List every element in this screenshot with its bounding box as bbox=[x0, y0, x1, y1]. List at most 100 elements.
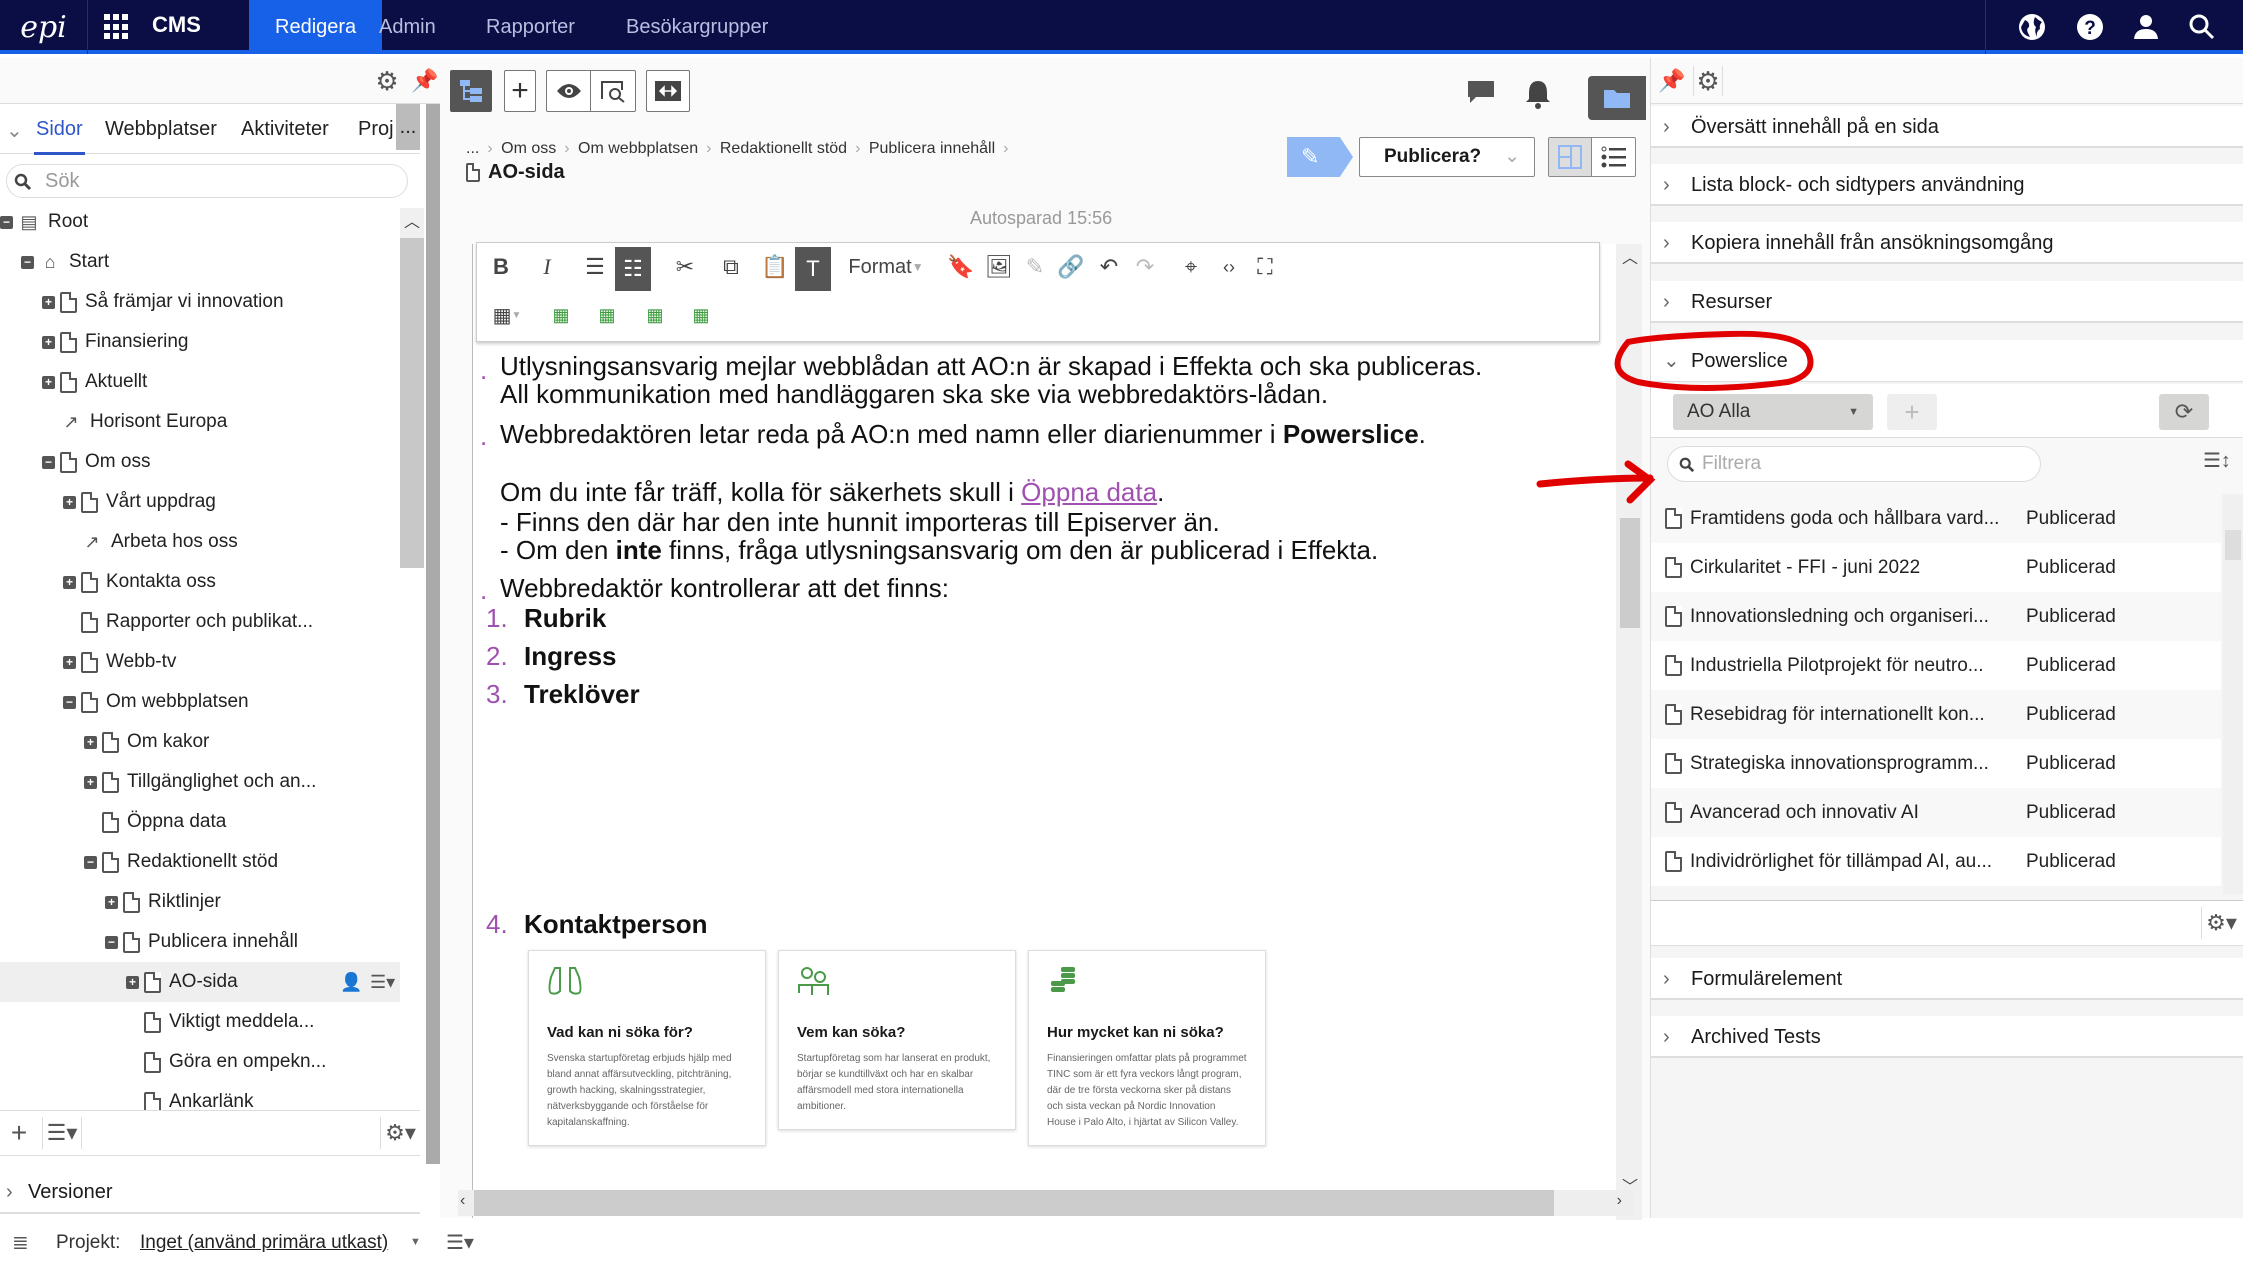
results-scrollbar-thumb[interactable] bbox=[2225, 530, 2241, 560]
tree-node[interactable]: + Riktlinjer bbox=[0, 882, 400, 922]
add-content-button[interactable]: + bbox=[504, 70, 536, 112]
anchor-bookmark-button[interactable]: 🔖 bbox=[943, 247, 979, 287]
table-column-props-icon[interactable]: ▦ bbox=[683, 295, 719, 335]
help-icon[interactable]: ? bbox=[2074, 11, 2106, 43]
nav-admin[interactable]: Admin bbox=[353, 0, 462, 54]
tree-node[interactable]: Öppna data bbox=[0, 802, 400, 842]
collapse-icon[interactable]: − bbox=[84, 855, 97, 869]
project-selector[interactable]: Inget (använd primära utkast) bbox=[140, 1232, 388, 1254]
breadcrumb-item[interactable]: Om oss bbox=[501, 140, 556, 157]
add-page-button[interactable]: + bbox=[4, 1117, 34, 1149]
tree-node[interactable]: ↗ Horisont Europa bbox=[0, 402, 400, 442]
tree-node[interactable]: + Aktuellt bbox=[0, 362, 400, 402]
tree-node[interactable]: − ▤ Root bbox=[0, 202, 400, 242]
edit-image-button[interactable]: ✎ bbox=[1017, 247, 1053, 287]
result-row[interactable]: Strategiska innovationsprogramm... Public… bbox=[1651, 739, 2221, 788]
settings-gear-icon[interactable]: ⚙ bbox=[1693, 66, 1723, 96]
tree-node[interactable]: + AO-sida 👤 ☰▾ bbox=[0, 962, 400, 1002]
all-properties-icon[interactable] bbox=[1592, 138, 1635, 176]
accordion-oversatt[interactable]: › Översätt innehåll på en sida bbox=[1651, 106, 2243, 148]
tree-node[interactable]: + Finansiering bbox=[0, 322, 400, 362]
tree-node[interactable]: Rapporter och publikat... bbox=[0, 602, 400, 642]
table-header-props-icon[interactable]: ▦ bbox=[637, 295, 673, 335]
accordion-archived-tests[interactable]: › Archived Tests bbox=[1651, 1016, 2243, 1058]
tab-projekt[interactable]: Proj bbox=[358, 118, 394, 141]
expand-icon[interactable]: + bbox=[63, 655, 76, 669]
tree-node[interactable]: − Redaktionellt stöd bbox=[0, 842, 400, 882]
accordion-lista-block[interactable]: › Lista block- och sidtypers användning bbox=[1651, 164, 2243, 206]
tree-node[interactable]: Viktigt meddela... bbox=[0, 1002, 400, 1042]
toggle-assets-pane-button[interactable] bbox=[1588, 76, 1646, 120]
scroll-left-icon[interactable]: ‹ bbox=[460, 1192, 465, 1210]
expand-icon[interactable]: + bbox=[84, 775, 97, 789]
tree-scroll-up[interactable]: ︿ bbox=[400, 208, 424, 238]
expand-icon[interactable]: + bbox=[63, 575, 76, 589]
search-icon[interactable] bbox=[2186, 11, 2218, 43]
expand-icon[interactable]: + bbox=[63, 495, 76, 509]
copy-button[interactable]: ⧉ bbox=[713, 247, 749, 287]
collapse-icon[interactable]: − bbox=[21, 255, 34, 269]
tree-node[interactable]: − ⌂ Start bbox=[0, 242, 400, 282]
breadcrumb-item[interactable]: Publicera innehåll bbox=[869, 140, 995, 157]
app-grid-icon[interactable] bbox=[104, 14, 130, 40]
numbered-list-button[interactable]: ☷ bbox=[615, 247, 651, 291]
result-row[interactable]: Industriella Pilotprojekt för neutro... P… bbox=[1651, 641, 2221, 690]
settings-gear-icon[interactable]: ⚙ bbox=[372, 66, 402, 96]
result-row[interactable]: Resebidrag för internationellt kon... Pub… bbox=[1651, 690, 2221, 739]
refresh-icon[interactable]: ⟳ bbox=[2159, 394, 2209, 430]
paste-button[interactable]: 📋 bbox=[757, 247, 793, 287]
result-row[interactable]: Innovationsledning och organiseri... Publ… bbox=[1651, 592, 2221, 641]
table-dropdown[interactable]: ▦ ▼ bbox=[483, 295, 531, 335]
accordion-kopiera[interactable]: › Kopiera innehåll från ansökningsomgång bbox=[1651, 222, 2243, 264]
result-row[interactable]: Cirkularitet - FFI - juni 2022 Publicerad bbox=[1651, 543, 2221, 592]
italic-button[interactable]: I bbox=[529, 247, 565, 287]
expand-icon[interactable]: + bbox=[84, 735, 97, 749]
publish-button[interactable]: Publicera? ⌄ bbox=[1359, 137, 1535, 177]
epi-logo[interactable]: epi bbox=[0, 0, 88, 54]
compare-preview-icon[interactable] bbox=[591, 71, 635, 111]
collapse-icon[interactable]: − bbox=[63, 695, 76, 709]
tree-scrollbar-thumb[interactable] bbox=[400, 238, 424, 568]
fullscreen-button[interactable]: ⛶ bbox=[1247, 247, 1283, 287]
bullet-list-button[interactable]: ☰ bbox=[577, 247, 613, 287]
accordion-formularelement[interactable]: › Formulärelement bbox=[1651, 958, 2243, 1000]
tree-node[interactable]: + Webb-tv bbox=[0, 642, 400, 682]
source-code-button[interactable]: ‹› bbox=[1211, 247, 1247, 287]
versions-accordion[interactable]: › Versioner bbox=[0, 1170, 420, 1214]
table-cell-props-icon[interactable]: ▦ bbox=[589, 295, 625, 335]
page-tree-search-input[interactable]: Sök bbox=[6, 164, 408, 198]
breadcrumb-item[interactable]: Redaktionellt stöd bbox=[720, 140, 847, 157]
settings-gear-icon[interactable]: ⚙▾ bbox=[2201, 907, 2241, 939]
tree-node[interactable]: + Vårt uppdrag bbox=[0, 482, 400, 522]
accordion-powerslice[interactable]: ⌄ Powerslice bbox=[1651, 340, 2243, 382]
format-dropdown[interactable]: Format ▼ bbox=[841, 247, 931, 287]
notifications-bell-icon[interactable] bbox=[1523, 78, 1553, 110]
more-tabs-button[interactable]: ... bbox=[396, 104, 420, 150]
breadcrumb-item[interactable]: Om webbplatsen bbox=[578, 140, 698, 157]
result-row[interactable]: Framtidens goda och hållbara vard... Publ… bbox=[1651, 494, 2221, 543]
pin-icon[interactable]: 📌 bbox=[1657, 66, 1687, 96]
accordion-resurser[interactable]: › Resurser bbox=[1651, 281, 2243, 323]
collapse-icon[interactable]: − bbox=[105, 935, 118, 949]
comments-icon[interactable] bbox=[1466, 78, 1496, 108]
on-page-edit-icon[interactable] bbox=[1549, 138, 1593, 176]
tree-node[interactable]: − Om oss bbox=[0, 442, 400, 482]
bold-button[interactable]: B bbox=[483, 247, 519, 287]
tree-node[interactable]: ↗ Arbeta hos oss bbox=[0, 522, 400, 562]
expand-icon[interactable]: + bbox=[42, 375, 55, 389]
tree-node[interactable]: − Om webbplatsen bbox=[0, 682, 400, 722]
editor-scrollbar-thumb[interactable] bbox=[1620, 518, 1640, 628]
expand-icon[interactable]: + bbox=[105, 895, 118, 909]
tree-node[interactable]: + Kontakta oss bbox=[0, 562, 400, 602]
context-menu-icon[interactable]: ☰▾ bbox=[42, 1117, 82, 1149]
user-icon[interactable] bbox=[2130, 11, 2162, 43]
tab-webbplatser[interactable]: Webbplatser bbox=[105, 118, 217, 141]
settings-gear-icon[interactable]: ⚙▾ bbox=[380, 1117, 420, 1149]
nav-rapporter[interactable]: Rapporter bbox=[460, 0, 601, 54]
collapse-icon[interactable]: − bbox=[0, 215, 13, 229]
pin-icon[interactable]: 📌 bbox=[410, 66, 440, 96]
redo-button[interactable]: ↷ bbox=[1127, 247, 1163, 287]
toggle-navigation-button[interactable] bbox=[450, 70, 492, 112]
node-context-menu-icon[interactable]: ☰▾ bbox=[370, 972, 395, 993]
insert-link-button[interactable]: 🔗 bbox=[1053, 247, 1089, 287]
